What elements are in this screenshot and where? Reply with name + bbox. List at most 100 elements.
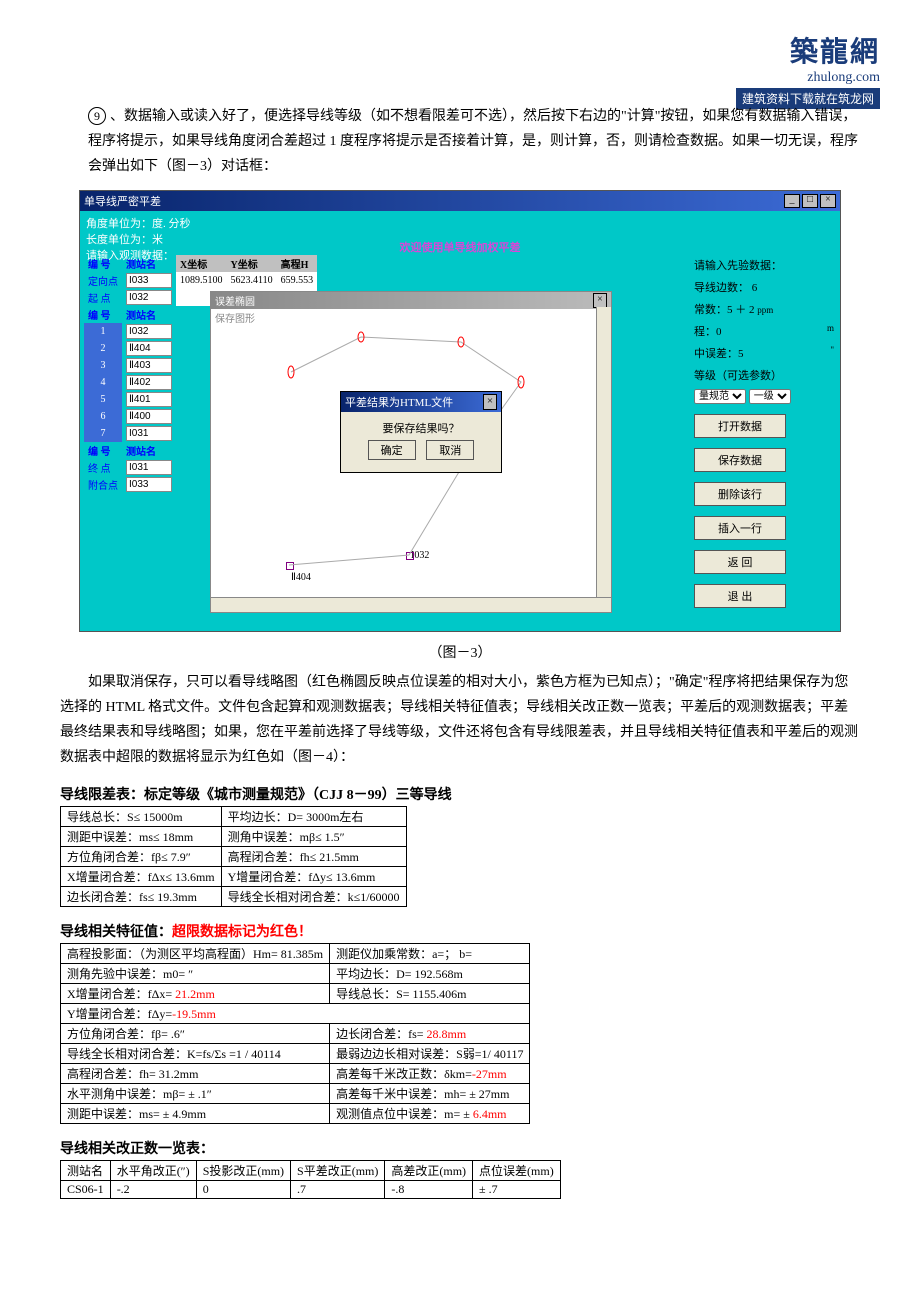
ct-h1: 测站名 bbox=[61, 1161, 111, 1181]
limit-table-title: 导线限差表：标定等级《城市测量规范》（CJJ 8－99）三等导线 bbox=[60, 784, 860, 804]
ct-r1c2: -.2 bbox=[110, 1181, 196, 1199]
cancel-button[interactable]: 取消 bbox=[426, 440, 474, 460]
hdr-line1: 角度单位为：度. 分秒 bbox=[86, 215, 834, 231]
row-bh: 编 号 bbox=[84, 306, 122, 323]
prior-data-label: 请输入先验数据： bbox=[694, 257, 834, 273]
col-y: Y坐标 bbox=[227, 255, 277, 272]
col-name2: 测站名 bbox=[122, 306, 176, 323]
lt-r1c1: 导线总长：S≤ 15000m bbox=[61, 807, 222, 827]
ft-r9c2: 观测值点位中误差：m= ± 6.4mm bbox=[330, 1104, 530, 1124]
st-1[interactable] bbox=[126, 324, 172, 339]
ft-r9c1: 测距中误差：ms= ± 4.9mm bbox=[61, 1104, 330, 1124]
dialog-close-icon[interactable]: × bbox=[483, 394, 497, 410]
ct-h5: 高差改正(mm) bbox=[385, 1161, 473, 1181]
ft-r4c1: Y增量闭合差：fΔy=-19.5mm bbox=[61, 1004, 530, 1024]
row-qd: 起 点 bbox=[84, 289, 122, 306]
const-label: 常数：5 ＋ 2 bbox=[694, 304, 755, 316]
step-9-paragraph: 9、数据输入或读入好了，便选择导线等级（如不想看限差可不选），然后按下右边的"计… bbox=[88, 104, 860, 180]
elev-unit: m bbox=[827, 323, 834, 333]
st-7[interactable] bbox=[126, 426, 172, 441]
lt-r4c1: X增量闭合差：fΔx≤ 13.6mm bbox=[61, 867, 222, 887]
ft-r1c2: 测距仪加乘常数：a=； b= bbox=[330, 944, 530, 964]
ct-r1c6: ± .7 bbox=[473, 1181, 561, 1199]
ft-r5c2: 边长闭合差：fs= 28.8mm bbox=[330, 1024, 530, 1044]
ft-r7c1: 高程闭合差：fh= 31.2mm bbox=[61, 1064, 330, 1084]
paragraph-after-fig3: 如果取消保存，只可以看导线略图（红色椭圆反映点位误差的相对大小，紫色方框为已知点… bbox=[60, 670, 860, 771]
maximize-icon[interactable]: □ bbox=[802, 194, 818, 208]
dialog-msg: 要保存结果吗？ bbox=[349, 420, 493, 436]
insert-row-button[interactable]: 插入一行 bbox=[694, 516, 786, 540]
app-title: 单导线严密平差 bbox=[84, 193, 161, 209]
site-logo: 築龍網 zhulong.com 建筑资料下载就在筑龙网 bbox=[736, 30, 880, 109]
ft-r2c1: 测角先验中误差：m0= ″ bbox=[61, 964, 330, 984]
level-select[interactable]: 一级 bbox=[749, 389, 791, 404]
corr-table-title: 导线相关改正数一览表： bbox=[60, 1138, 860, 1158]
row-1: 1 bbox=[84, 323, 122, 340]
lt-r3c2: 高程闭合差：fh≤ 21.5mm bbox=[221, 847, 406, 867]
ft-title-red: 超限数据标记为红色！ bbox=[172, 925, 312, 940]
ft-r1c1: 高程投影面：（为测区平均高程面）Hm= 81.385m bbox=[61, 944, 330, 964]
st-3[interactable] bbox=[126, 358, 172, 373]
lt-r5c1: 边长闭合差：fs≤ 19.3mm bbox=[61, 887, 222, 907]
step-9-text: 、数据输入或读入好了，便选择导线等级（如不想看限差可不选），然后按下右边的"计算… bbox=[88, 109, 858, 174]
minimize-icon[interactable]: _ bbox=[784, 194, 800, 208]
grade-label: 等级（可选参数） bbox=[694, 367, 834, 383]
ft-r6c2: 最弱边边长相对误差：S弱=1/ 40117 bbox=[330, 1044, 530, 1064]
row-bh2: 编 号 bbox=[84, 442, 122, 459]
merr-label: 中误差：5 bbox=[694, 348, 744, 360]
delete-row-button[interactable]: 删除该行 bbox=[694, 482, 786, 506]
ct-h3: S投影改正(mm) bbox=[196, 1161, 290, 1181]
feature-table-title: 导线相关特征值：超限数据标记为红色！ bbox=[60, 921, 860, 941]
st-6[interactable] bbox=[126, 409, 172, 424]
side-panel: 请输入先验数据： 导线边数： 6 常数：5 ＋ 2 ppm 程：0 m 中误差：… bbox=[694, 251, 834, 618]
row-7: 7 bbox=[84, 425, 122, 442]
ft-r8c1: 水平测角中误差：mβ= ± .1″ bbox=[61, 1084, 330, 1104]
window-buttons: _□× bbox=[782, 193, 836, 208]
ok-button[interactable]: 确定 bbox=[368, 440, 416, 460]
dxd-name-input[interactable] bbox=[126, 273, 172, 288]
col-h: 高程H bbox=[277, 255, 318, 272]
ft-r7c2: 高差每千米改正数：δkm=-27mm bbox=[330, 1064, 530, 1084]
spec-select[interactable]: 量规范 bbox=[694, 389, 746, 404]
figure-3-caption: （图－3） bbox=[60, 642, 860, 662]
exit-button[interactable]: 退 出 bbox=[694, 584, 786, 608]
canvas-hscrollbar[interactable] bbox=[211, 597, 611, 612]
dialog-title: 平差结果为HTML文件 bbox=[345, 394, 453, 410]
st-2[interactable] bbox=[126, 341, 172, 356]
row-4: 4 bbox=[84, 374, 122, 391]
logo-main: 築龍網 bbox=[736, 30, 880, 70]
ct-r1c1: CS06-1 bbox=[61, 1181, 111, 1199]
row-2: 2 bbox=[84, 340, 122, 357]
ft-r2c2: 平均边长：D= 192.568m bbox=[330, 964, 530, 984]
qd-name-input[interactable] bbox=[126, 290, 172, 305]
st-4[interactable] bbox=[126, 375, 172, 390]
zd-name-input[interactable] bbox=[126, 460, 172, 475]
close-icon[interactable]: × bbox=[820, 194, 836, 208]
row-6: 6 bbox=[84, 408, 122, 425]
ft-r3c1: X增量闭合差：fΔx= 21.2mm bbox=[61, 984, 330, 1004]
logo-sub: zhulong.com bbox=[736, 70, 880, 86]
ft-r5c1: 方位角闭合差：fβ= .6″ bbox=[61, 1024, 330, 1044]
cell-x: 1089.5100 bbox=[176, 272, 227, 289]
fhd-name-input[interactable] bbox=[126, 477, 172, 492]
lt-r2c2: 测角中误差：mβ≤ 1.5″ bbox=[221, 827, 406, 847]
col-name3: 测站名 bbox=[122, 442, 176, 459]
feature-table: 高程投影面：（为测区平均高程面）Hm= 81.385m测距仪加乘常数：a=； b… bbox=[60, 943, 530, 1124]
back-button[interactable]: 返 回 bbox=[694, 550, 786, 574]
lt-r3c1: 方位角闭合差：fβ≤ 7.9″ bbox=[61, 847, 222, 867]
edges-label: 导线边数： 6 bbox=[694, 279, 834, 295]
lt-r1c2: 平均边长：D= 3000m左右 bbox=[221, 807, 406, 827]
limit-table: 导线总长：S≤ 15000m平均边长：D= 3000m左右 测距中误差：ms≤ … bbox=[60, 806, 407, 907]
correction-table: 测站名 水平角改正(″) S投影改正(mm) S平差改正(mm) 高差改正(mm… bbox=[60, 1160, 561, 1199]
ct-h4: S平差改正(mm) bbox=[291, 1161, 385, 1181]
const-unit: ppm bbox=[757, 305, 773, 315]
open-data-button[interactable]: 打开数据 bbox=[694, 414, 786, 438]
st-5[interactable] bbox=[126, 392, 172, 407]
row-5: 5 bbox=[84, 391, 122, 408]
ct-r1c3: 0 bbox=[196, 1181, 290, 1199]
cell-y: 5623.4110 bbox=[227, 272, 277, 289]
app-window: 单导线严密平差 _□× 角度单位为：度. 分秒 长度单位为：米 请输入观测数据：… bbox=[79, 190, 841, 632]
canvas-close-icon[interactable]: × bbox=[593, 293, 607, 308]
save-data-button[interactable]: 保存数据 bbox=[694, 448, 786, 472]
canvas-vscrollbar[interactable] bbox=[596, 307, 611, 597]
